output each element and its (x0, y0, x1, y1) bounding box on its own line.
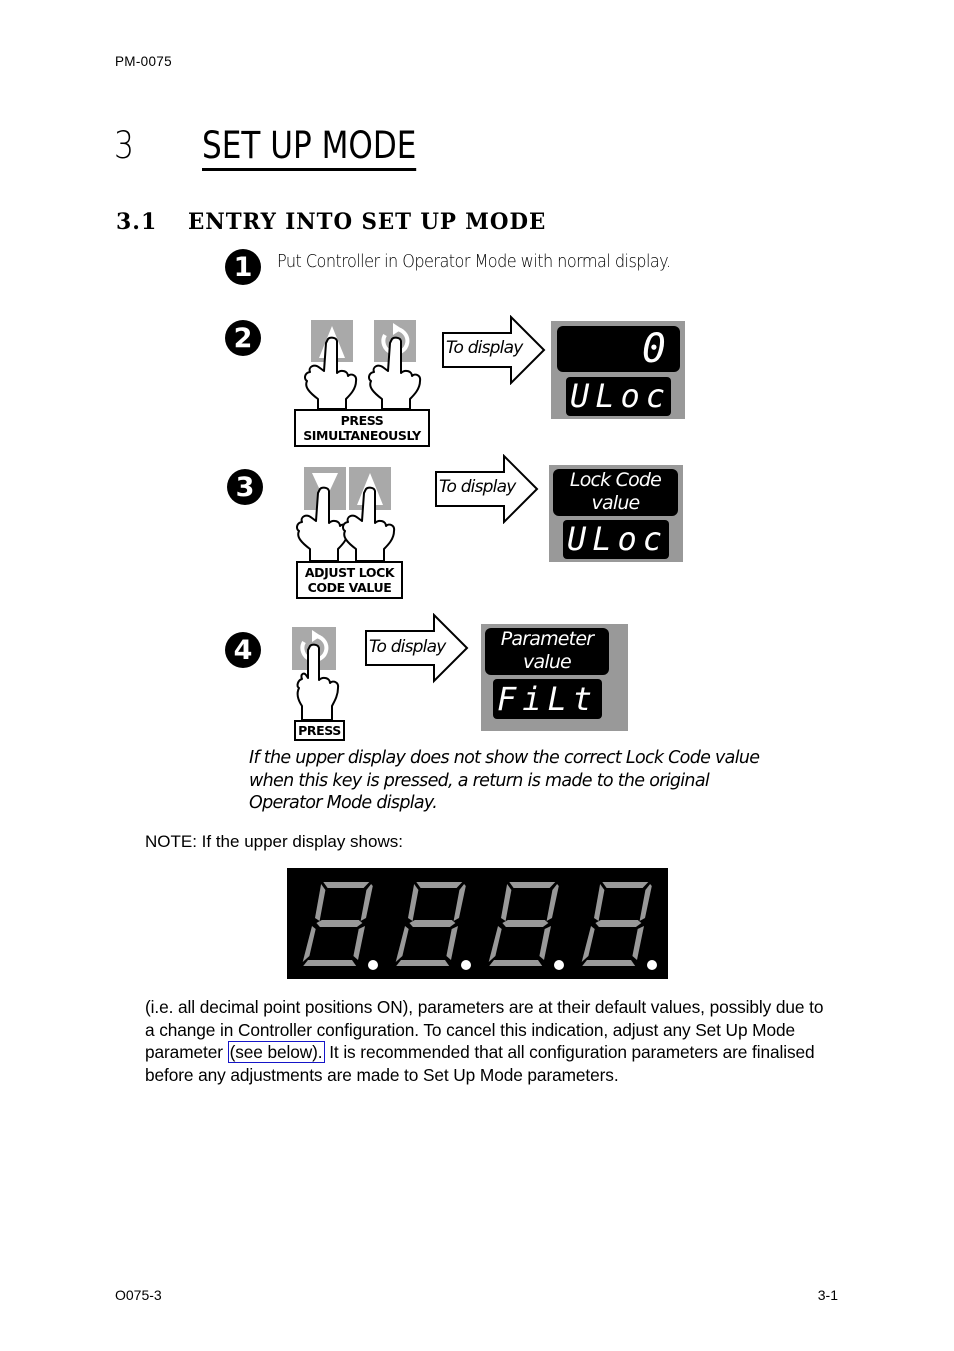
pointing-hands-icon (296, 486, 396, 562)
segment-b (639, 884, 652, 921)
lower-display: ULoc (566, 377, 671, 416)
arrow-label: To display (439, 477, 516, 497)
decimal-point (554, 960, 564, 970)
label-line: PRESS (340, 413, 384, 428)
lower-display: FiLt (493, 679, 602, 719)
lower-display-value: ULoc (567, 520, 669, 558)
segment-b (360, 884, 373, 921)
section-number: 3.1 (116, 209, 158, 235)
arrow-label: To display (446, 338, 523, 358)
section-title: ENTRY INTO SET UP MODE (188, 209, 547, 235)
upper-display-line: Lock Code (569, 469, 662, 491)
digit-4 (581, 882, 657, 970)
label-line: ADJUST LOCK (304, 565, 395, 580)
upper-display-value: 0 (641, 326, 672, 372)
segment-d (582, 960, 636, 966)
note-intro: NOTE: If the upper display shows: (145, 832, 403, 851)
chapter-title: SET UP MODE (202, 124, 417, 171)
decimal-point (368, 960, 378, 970)
segment-g (316, 920, 363, 927)
chapter-number: 3 (114, 124, 135, 167)
segment-c (539, 926, 551, 960)
footer-doc-ref: O075-3 (115, 1287, 162, 1303)
adjust-lock-code-label: ADJUST LOCK CODE VALUE (296, 561, 403, 599)
segment-e (581, 926, 595, 962)
segment-c (353, 926, 365, 960)
segment-c (446, 926, 458, 960)
lower-display: ULoc (563, 520, 669, 559)
upper-display: 0 (557, 326, 680, 372)
segment-g (409, 920, 456, 927)
segment-f (408, 884, 419, 921)
upper-display: Parameter value (485, 628, 609, 675)
step-1-number-badge: 1 (225, 249, 261, 285)
segment-a (509, 882, 556, 888)
digit-2 (395, 882, 471, 970)
arrow-label: To display (369, 637, 446, 657)
segment-f (315, 884, 326, 921)
digit-1 (302, 882, 378, 970)
note-paragraph: (i.e. all decimal point positions ON), p… (145, 996, 825, 1086)
segment-b (453, 884, 466, 921)
segment-g (595, 920, 642, 927)
press-simultaneously-label: PRESS SIMULTANEOUSLY (294, 409, 430, 447)
segment-d (489, 960, 543, 966)
segment-d (396, 960, 450, 966)
segment-e (302, 926, 316, 962)
seven-segment-digits (302, 882, 657, 970)
segment-f (501, 884, 512, 921)
see-below-link[interactable]: (see below). (227, 1041, 325, 1063)
label-line: CODE VALUE (307, 580, 392, 595)
all-decimal-points-display (287, 868, 668, 979)
decimal-point (461, 960, 471, 970)
digit-3 (488, 882, 564, 970)
upper-display-line: value (523, 651, 572, 673)
segment-a (602, 882, 649, 888)
upper-display-line: value (591, 492, 641, 514)
step-4-note: If the upper display does not show the c… (249, 748, 760, 813)
step-2-number-badge: 2 (225, 320, 261, 356)
segment-f (594, 884, 605, 921)
step-3-number-badge: 3 (227, 469, 263, 505)
lower-display-value: FiLt (497, 680, 599, 718)
decimal-point (647, 960, 657, 970)
pointing-hand-icon (296, 643, 340, 721)
page-number: 3-1 (817, 1287, 838, 1303)
upper-display-line: Parameter (500, 628, 594, 650)
segment-b (546, 884, 559, 921)
segment-c (632, 926, 644, 960)
press-label: PRESS (294, 720, 345, 741)
upper-display: Lock Code value (553, 469, 678, 516)
segment-g (502, 920, 549, 927)
segment-e (488, 926, 502, 962)
segment-d (303, 960, 357, 966)
pointing-hands-icon (304, 336, 422, 410)
step-4-number-badge: 4 (225, 632, 261, 668)
document-code: PM-0075 (115, 54, 172, 69)
segment-e (395, 926, 409, 962)
lower-display-value: ULoc (570, 377, 672, 415)
segment-a (323, 882, 370, 888)
segment-a (416, 882, 463, 888)
label-line: SIMULTANEOUSLY (303, 428, 421, 443)
step-1-text: Put Controller in Operator Mode with nor… (277, 252, 671, 272)
